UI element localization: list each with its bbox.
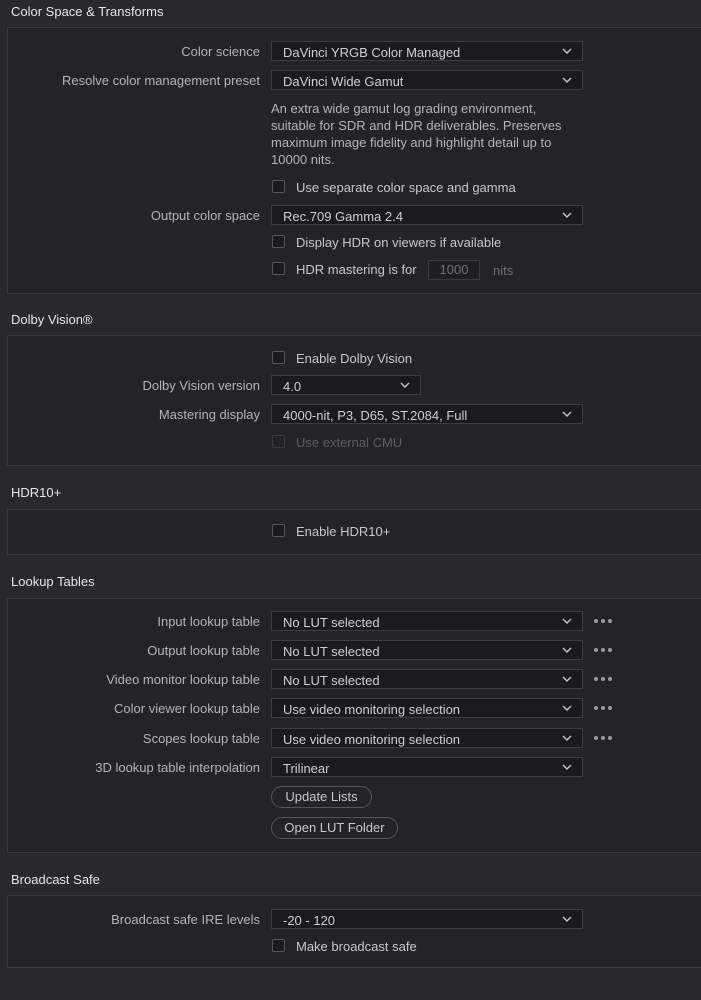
chevron-down-icon [562,705,572,711]
output-lut-label: Output lookup table [147,643,260,658]
update-lists-button[interactable]: Update Lists [271,786,372,808]
separate-cs-checkbox[interactable] [272,180,285,193]
output-lut-value: No LUT selected [283,644,380,659]
preset-value: DaVinci Wide Gamut [283,74,404,89]
chevron-down-icon [562,916,572,922]
display-hdr-label: Display HDR on viewers if available [296,235,502,250]
open-lut-folder-button[interactable]: Open LUT Folder [271,817,398,839]
chevron-down-icon [562,676,572,682]
section-title-hdr10: HDR10+ [11,485,62,500]
chevron-down-icon [562,411,572,417]
section-title-luts: Lookup Tables [11,574,95,589]
scopes-lut-more-icon[interactable] [594,736,614,742]
broadcast-panel [7,895,701,968]
input-lut-more-icon[interactable] [594,619,614,625]
output-cs-dropdown[interactable]: Rec.709 Gamma 2.4 [271,205,583,225]
color-viewer-lut-value: Use video monitoring selection [283,702,461,717]
input-lut-label: Input lookup table [157,614,260,629]
color-science-label: Color science [181,44,260,59]
nits-units-label: nits [493,263,514,278]
color-viewer-lut-label: Color viewer lookup table [114,701,260,716]
ire-levels-dropdown[interactable]: -20 - 120 [271,909,583,929]
luts-panel [7,598,701,853]
dolby-version-dropdown[interactable]: 4.0 [271,375,421,395]
mastering-display-value: 4000-nit, P3, D65, ST.2084, Full [283,408,468,423]
ire-levels-label: Broadcast safe IRE levels [111,912,260,927]
mastering-display-dropdown[interactable]: 4000-nit, P3, D65, ST.2084, Full [271,404,583,424]
chevron-down-icon [562,48,572,54]
interpolation-value: Trilinear [283,761,330,776]
chevron-down-icon [562,77,572,83]
enable-dolby-checkbox[interactable] [272,351,285,364]
hdr-nits-input[interactable]: 1000 [428,260,480,280]
dolby-version-value: 4.0 [283,379,302,394]
enable-dolby-label: Enable Dolby Vision [296,351,413,366]
display-hdr-checkbox[interactable] [272,235,285,248]
enable-hdr10-label: Enable HDR10+ [296,524,391,539]
external-cmu-checkbox [272,435,285,448]
interpolation-dropdown[interactable]: Trilinear [271,757,583,777]
video-monitor-lut-value: No LUT selected [283,673,380,688]
color-viewer-lut-dropdown[interactable]: Use video monitoring selection [271,698,583,718]
mastering-display-label: Mastering display [158,407,260,422]
separate-cs-label: Use separate color space and gamma [296,180,516,195]
chevron-down-icon [562,647,572,653]
chevron-down-icon [562,735,572,741]
make-broadcast-safe-checkbox[interactable] [272,939,285,952]
scopes-lut-label: Scopes lookup table [142,731,260,746]
video-monitor-lut-more-icon[interactable] [594,677,614,683]
section-title-broadcast: Broadcast Safe [11,872,100,887]
preset-label: Resolve color management preset [62,73,260,88]
chevron-down-icon [562,212,572,218]
output-lut-more-icon[interactable] [594,648,614,654]
input-lut-value: No LUT selected [283,615,380,630]
enable-hdr10-checkbox[interactable] [272,524,285,537]
section-title-color-space: Color Space & Transforms [11,4,164,19]
input-lut-dropdown[interactable]: No LUT selected [271,611,583,631]
output-cs-value: Rec.709 Gamma 2.4 [283,209,403,224]
hdr-mastering-checkbox[interactable] [272,262,285,275]
interpolation-label: 3D lookup table interpolation [95,760,260,775]
video-monitor-lut-dropdown[interactable]: No LUT selected [271,669,583,689]
color-science-dropdown[interactable]: DaVinci YRGB Color Managed [271,41,583,61]
preset-dropdown[interactable]: DaVinci Wide Gamut [271,70,583,90]
scopes-lut-dropdown[interactable]: Use video monitoring selection [271,728,583,748]
chevron-down-icon [400,382,410,388]
make-broadcast-safe-label: Make broadcast safe [296,939,417,954]
output-cs-label: Output color space [150,208,260,223]
dolby-version-label: Dolby Vision version [142,378,260,393]
external-cmu-label: Use external CMU [296,435,403,450]
scopes-lut-value: Use video monitoring selection [283,732,461,747]
preset-description: An extra wide gamut log grading environm… [271,101,562,167]
chevron-down-icon [562,764,572,770]
chevron-down-icon [562,618,572,624]
video-monitor-lut-label: Video monitor lookup table [106,672,260,687]
color-science-value: DaVinci YRGB Color Managed [283,45,461,60]
ire-levels-value: -20 - 120 [283,913,336,928]
hdr-mastering-label: HDR mastering is for [296,262,417,277]
color-viewer-lut-more-icon[interactable] [594,706,614,712]
output-lut-dropdown[interactable]: No LUT selected [271,640,583,660]
section-title-dolby: Dolby Vision® [11,312,93,327]
